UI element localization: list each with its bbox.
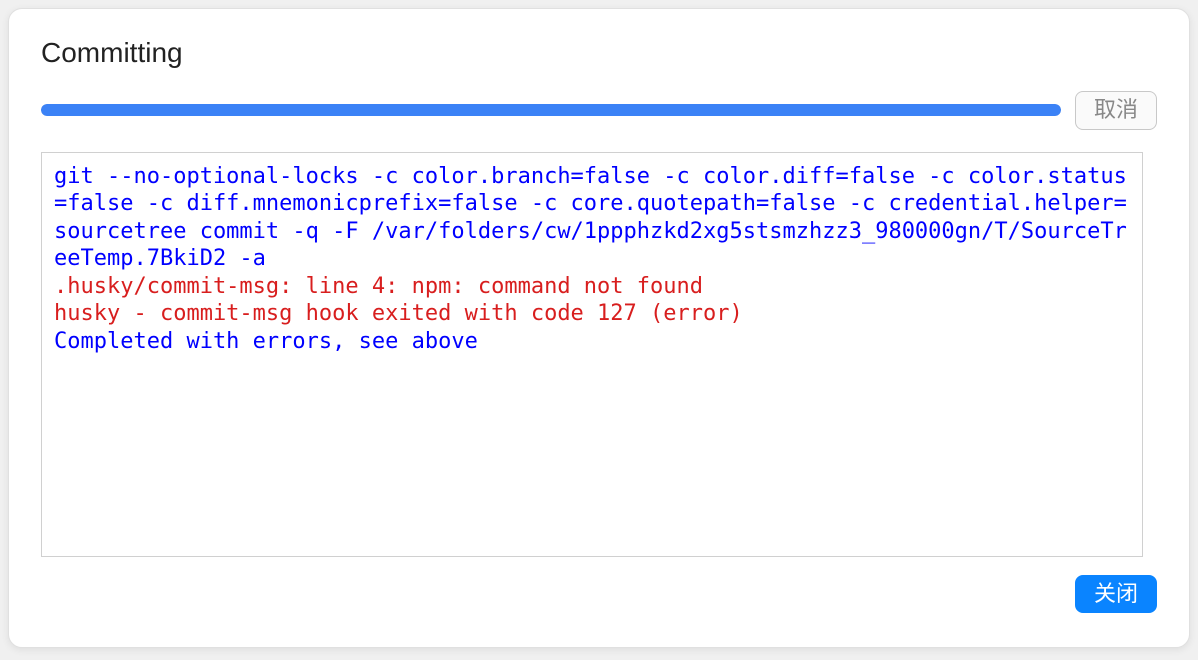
cancel-button[interactable]: 取消 [1075, 91, 1157, 130]
close-button[interactable]: 关闭 [1075, 575, 1157, 614]
console-error-1: .husky/commit-msg: line 4: npm: command … [54, 274, 703, 299]
console-completed: Completed with errors, see above [54, 329, 478, 354]
console-output[interactable]: git --no-optional-locks -c color.branch=… [41, 152, 1143, 557]
dialog-footer: 关闭 [41, 575, 1157, 614]
progress-bar [41, 104, 1061, 116]
dialog-title: Committing [41, 37, 1157, 69]
commit-dialog: Committing 取消 git --no-optional-locks -c… [8, 8, 1190, 648]
console-error-2: husky - commit-msg hook exited with code… [54, 301, 743, 326]
progress-row: 取消 [41, 91, 1157, 130]
console-command: git --no-optional-locks -c color.branch=… [54, 164, 1127, 272]
progress-fill [41, 104, 1061, 116]
